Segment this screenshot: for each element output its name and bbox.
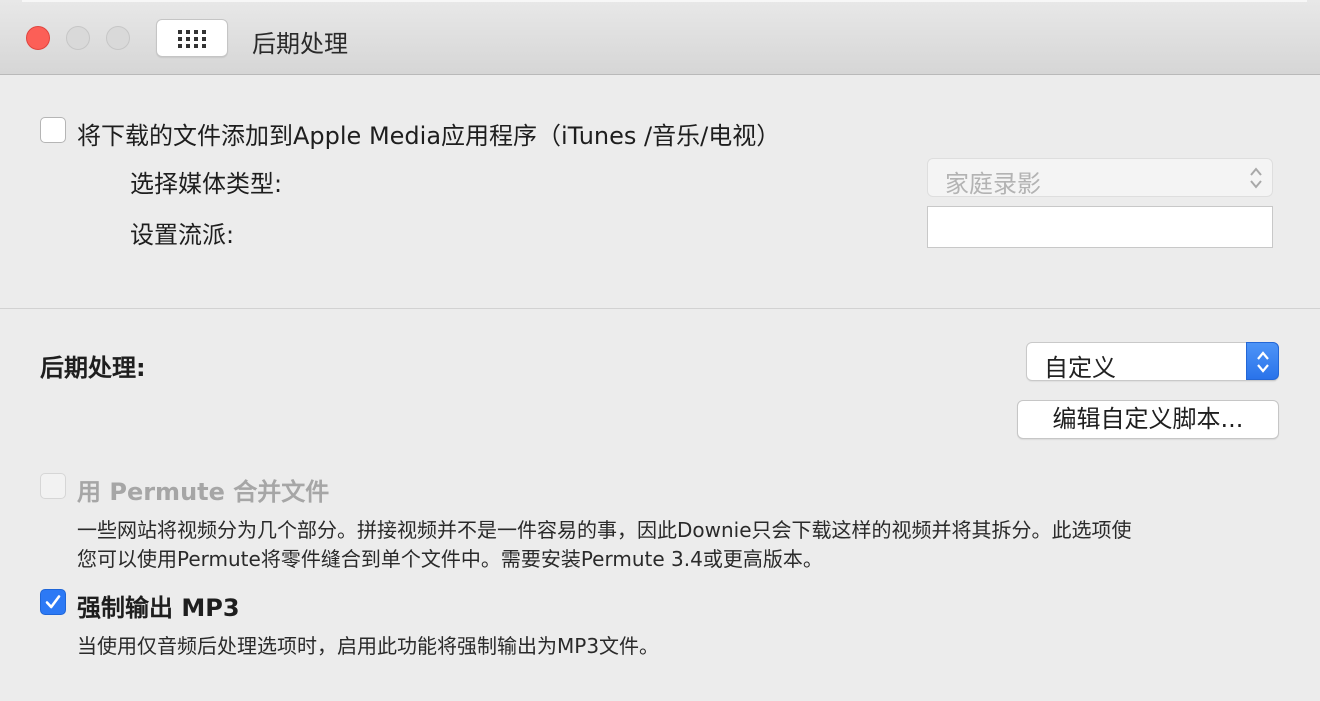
close-window-button[interactable] [26,26,50,50]
media-type-value: 家庭录影 [945,170,1041,198]
genre-field[interactable] [927,206,1273,248]
genre-label: 设置流派: [130,221,235,249]
postprocessing-label: 后期处理: [40,354,146,382]
permute-merge-checkbox[interactable] [40,473,66,499]
force-mp3-description: 当使用仅音频后处理选项时，启用此功能将强制输出为MP3文件。 [77,634,660,658]
up-down-chevron-icon [1250,167,1262,189]
permute-merge-label: 用 Permute 合并文件 [77,478,330,506]
minimize-window-button[interactable] [66,26,90,50]
grid-icon [178,30,206,48]
zoom-window-button[interactable] [106,26,130,50]
postprocessing-mode-value: 自定义 [1044,354,1116,382]
window-title: 后期处理 [252,30,348,58]
add-to-media-app-checkbox[interactable] [40,117,66,143]
force-mp3-label: 强制输出 MP3 [77,594,240,622]
section-divider [0,308,1320,309]
add-to-media-app-label: 将下载的文件添加到Apple Media应用程序（iTunes /音乐/电视） [77,122,781,150]
popup-arrow-button [1246,342,1279,380]
title-bar: 后期处理 [0,0,1320,75]
preferences-window: 后期处理 将下载的文件添加到Apple Media应用程序（iTunes /音乐… [0,0,1320,701]
permute-description-line1: 一些网站将视频分为几个部分。拼接视频并不是一件容易的事，因此Downie只会下载… [77,518,1132,542]
postprocessing-mode-popup[interactable]: 自定义 [1026,342,1279,382]
up-down-chevron-icon [1257,351,1269,373]
checkmark-icon [45,595,61,609]
force-mp3-checkbox[interactable] [40,589,66,615]
title-bar-highlight [22,0,1307,2]
edit-custom-script-button[interactable]: 编辑自定义脚本... [1017,400,1279,439]
permute-description-line2: 您可以使用Permute将零件缝合到单个文件中。需要安装Permute 3.4或… [77,547,823,571]
media-type-popup[interactable]: 家庭录影 [927,158,1273,198]
media-type-label: 选择媒体类型: [130,170,283,198]
show-all-preferences-button[interactable] [156,19,228,57]
